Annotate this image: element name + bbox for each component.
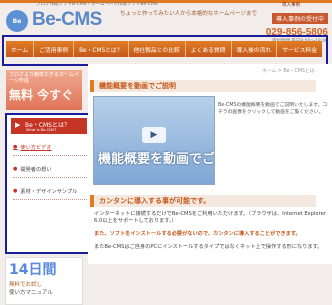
sidebar-item-label: 開発者の想い <box>20 166 52 173</box>
detail-paragraph: またBe-CMSはご自身のPCにインストールするタイプではなくネット上で操作する… <box>94 244 323 250</box>
sidebar-menu-box: ▶ Be・CMSとは？ What is Be-CMS? ● 使い方ビデオ ● 開… <box>5 113 93 254</box>
intro-paragraph: インターネットに接続するだけでBe-CMSをご利用いただけます。（ブラウザは、I… <box>94 211 326 224</box>
nav-item-cases[interactable]: ご活用事例 <box>34 41 75 57</box>
chevron-right-icon: ▶ <box>15 121 21 129</box>
sidebar-item-label: 使い方ビデオ <box>20 144 52 151</box>
main-nav: ホーム ご活用事例 Be・CMSとは？ 他社製品との比較 よくある質問 導入後の… <box>6 41 322 57</box>
sidebar-item-label: 素材・デザインサンプル <box>20 188 78 195</box>
section-heading-video: 機能概要を動画でご説明 <box>90 80 316 92</box>
banner-small-text: ブログより簡単すぎるホームページ作成 <box>9 72 79 84</box>
sidebar-item-developer[interactable]: ● 開発者の想い <box>13 161 87 178</box>
sidebar-menu-subtitle: What is Be-CMS? <box>26 128 57 132</box>
sidebar-menu-heading: ▶ Be・CMSとは？ What is Be-CMS? <box>11 118 87 134</box>
main-content: ホーム > Be・CMSとは 機能概要を動画でご説明 ▶ 機能概要を動画でご説明… <box>88 64 332 264</box>
promo-mid-text: 無料でお試し <box>9 282 43 288</box>
nav-item-pricing[interactable]: サービス料金 <box>277 41 322 57</box>
sidebar: ブログより簡単すぎるホームページ作成 無料 今すぐ ▶ Be・CMSとは？ Wh… <box>0 66 93 305</box>
nav-item-compare[interactable]: 他社製品との比較 <box>129 41 186 57</box>
trial-promo-banner[interactable]: 14日間 無料でお試し 使い方マニュアル <box>5 257 83 305</box>
logo-badge-icon: Be <box>6 10 28 32</box>
site-logo[interactable]: Be Be-CMS <box>6 8 116 34</box>
sidebar-item-samples[interactable]: ● 素材・デザインサンプル <box>13 183 87 200</box>
nav-item-faq[interactable]: よくある質問 <box>186 41 232 57</box>
promo-manual-text: 使い方マニュアル <box>9 290 53 296</box>
banner-big-text: 無料 今すぐ <box>9 88 74 102</box>
breadcrumb[interactable]: ホーム > Be・CMSとは <box>262 67 314 74</box>
feature-video-thumbnail[interactable]: ▶ 機能概要を動画でご説明いたします <box>93 96 215 185</box>
header-catchphrase: ちょっと作ってみたい人から本格的なホームページまで <box>120 11 257 17</box>
bullet-icon: ● <box>13 166 18 172</box>
promo-big-text: 14日間 <box>9 262 57 278</box>
highlight-paragraph: また、ソフトをインストールする必要がないので、カンタンに導入することができます。 <box>94 231 301 237</box>
play-icon[interactable]: ▶ <box>142 127 166 144</box>
nav-item-about[interactable]: Be・CMSとは？ <box>74 41 129 57</box>
section-heading-intro: カンタンに導入する事が可能です。 <box>90 195 316 207</box>
video-description: Be-CMSの機能概要を動画でご説明いたします。コチラの画像をクリックして動画を… <box>218 103 328 115</box>
logo-text: Be-CMS <box>32 9 102 30</box>
video-caption: 機能概要を動画でご説明いたします <box>98 152 215 167</box>
free-trial-banner[interactable]: ブログより簡単すぎるホームページ作成 無料 今すぐ <box>6 70 82 110</box>
nav-item-flow[interactable]: 導入後の流れ <box>232 41 278 57</box>
sidebar-item-video[interactable]: ● 使い方ビデオ <box>13 139 87 156</box>
contact-label[interactable]: 導入事例の受付中 <box>271 13 328 24</box>
bullet-icon: ● <box>13 188 18 194</box>
nav-item-home[interactable]: ホーム <box>6 41 35 57</box>
bullet-icon: ● <box>13 144 18 150</box>
